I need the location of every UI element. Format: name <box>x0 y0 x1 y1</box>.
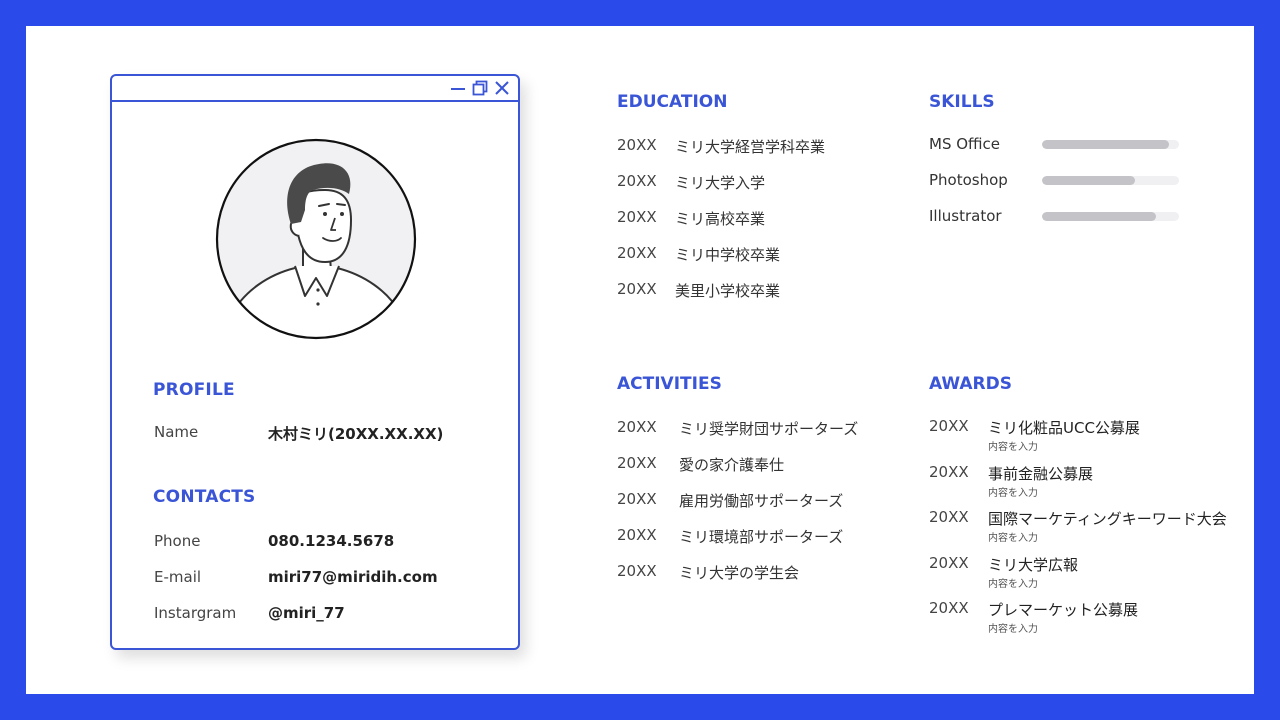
name-value: 木村ミリ(20XX.XX.XX) <box>268 425 444 443</box>
skill-row: MS Office <box>929 135 1189 171</box>
awards-list: 20XX ミリ化粧品UCC公募展 内容を入力 20XX 事前金融公募展 内容を入力 20… <box>929 417 1249 645</box>
item-year: 20XX <box>617 526 657 544</box>
minimize-icon[interactable] <box>450 80 466 96</box>
restore-icon[interactable] <box>472 80 488 96</box>
skill-bar-fill <box>1042 212 1156 221</box>
item-text: プレマーケット公募展 <box>988 601 1139 619</box>
item-year: 20XX <box>617 418 657 436</box>
item-year: 20XX <box>617 490 657 508</box>
item-subtext: 内容を入力 <box>988 533 1038 544</box>
avatar <box>215 138 417 340</box>
window-title-bar <box>112 76 518 102</box>
skill-bar-fill <box>1042 140 1170 149</box>
email-value[interactable]: miri77@miridih.com <box>268 568 438 586</box>
item-text: 美里小学校卒業 <box>675 282 781 300</box>
email-label: E-mail <box>154 568 202 586</box>
item-subtext: 内容を入力 <box>988 624 1038 635</box>
list-item: 20XX 国際マーケティングキーワード大会内容を入力 <box>929 508 1249 554</box>
education-heading: EDUCATION <box>617 92 728 112</box>
item-text: ミリ大学入学 <box>675 174 766 192</box>
item-year: 20XX <box>617 208 657 226</box>
skill-name: Photoshop <box>929 171 1008 189</box>
skill-bar-fill <box>1042 176 1136 185</box>
list-item: 20XX ミリ化粧品UCC公募展内容を入力 <box>929 417 1249 463</box>
window-controls <box>450 80 510 96</box>
item-year: 20XX <box>617 244 657 262</box>
item-year: 20XX <box>929 553 969 572</box>
item-year: 20XX <box>617 454 657 472</box>
name-label: Name <box>154 423 199 441</box>
instagram-value[interactable]: @miri_77 <box>268 604 345 622</box>
item-year: 20XX <box>617 280 657 298</box>
item-year: 20XX <box>929 462 969 481</box>
item-text: ミリ大学広報 <box>988 555 1079 574</box>
item-year: 20XX <box>929 417 969 435</box>
list-item: 20XX 事前金融公募展内容を入力 <box>929 463 1249 509</box>
item-subtext: 内容を入力 <box>988 487 1038 499</box>
item-text: ミリ大学の学生会 <box>679 564 800 582</box>
skills-heading: SKILLS <box>929 92 995 112</box>
close-icon[interactable] <box>494 80 510 96</box>
item-year: 20XX <box>617 562 657 580</box>
item-year: 20XX <box>929 599 969 617</box>
item-text: ミリ大学経営学科卒業 <box>675 138 826 156</box>
item-text: ミリ環境部サポーターズ <box>679 528 844 546</box>
item-text: ミリ高校卒業 <box>675 210 766 228</box>
skill-bar-track <box>1042 176 1179 185</box>
item-subtext: 内容を入力 <box>988 578 1038 590</box>
skills-list: MS Office Photoshop Illustrator <box>929 135 1189 243</box>
item-year: 20XX <box>929 508 969 526</box>
item-subtext: 内容を入力 <box>988 442 1038 453</box>
item-year: 20XX <box>617 136 657 154</box>
instagram-label: Instargram <box>154 604 237 622</box>
phone-label: Phone <box>154 532 201 550</box>
item-text: 愛の家介護奉仕 <box>679 456 785 474</box>
awards-heading: AWARDS <box>929 374 1012 394</box>
item-text: 国際マーケティングキーワード大会 <box>988 510 1227 528</box>
contacts-heading: CONTACTS <box>153 487 256 507</box>
profile-window: PROFILE Name 木村ミリ(20XX.XX.XX) CONTACTS P… <box>110 74 520 650</box>
item-text: ミリ中学校卒業 <box>675 246 781 264</box>
profile-heading: PROFILE <box>153 380 235 400</box>
skill-bar-track <box>1042 140 1179 149</box>
skill-name: Illustrator <box>929 207 1002 225</box>
activities-heading: ACTIVITIES <box>617 374 722 394</box>
skill-row: Illustrator <box>929 207 1189 243</box>
item-text: ミリ奨学財団サポーターズ <box>679 420 859 438</box>
phone-value: 080.1234.5678 <box>268 532 395 550</box>
item-text: 雇用労働部サポーターズ <box>679 492 844 510</box>
list-item: 20XX ミリ大学広報内容を入力 <box>929 554 1249 600</box>
skill-name: MS Office <box>929 135 1001 153</box>
item-year: 20XX <box>617 172 657 190</box>
list-item: 20XX プレマーケット公募展内容を入力 <box>929 599 1249 645</box>
skill-bar-track <box>1042 212 1179 221</box>
avatar-illustration <box>215 138 417 340</box>
item-text: ミリ化粧品UCC公募展 <box>988 419 1140 437</box>
item-text: 事前金融公募展 <box>988 464 1094 483</box>
skill-row: Photoshop <box>929 171 1189 207</box>
